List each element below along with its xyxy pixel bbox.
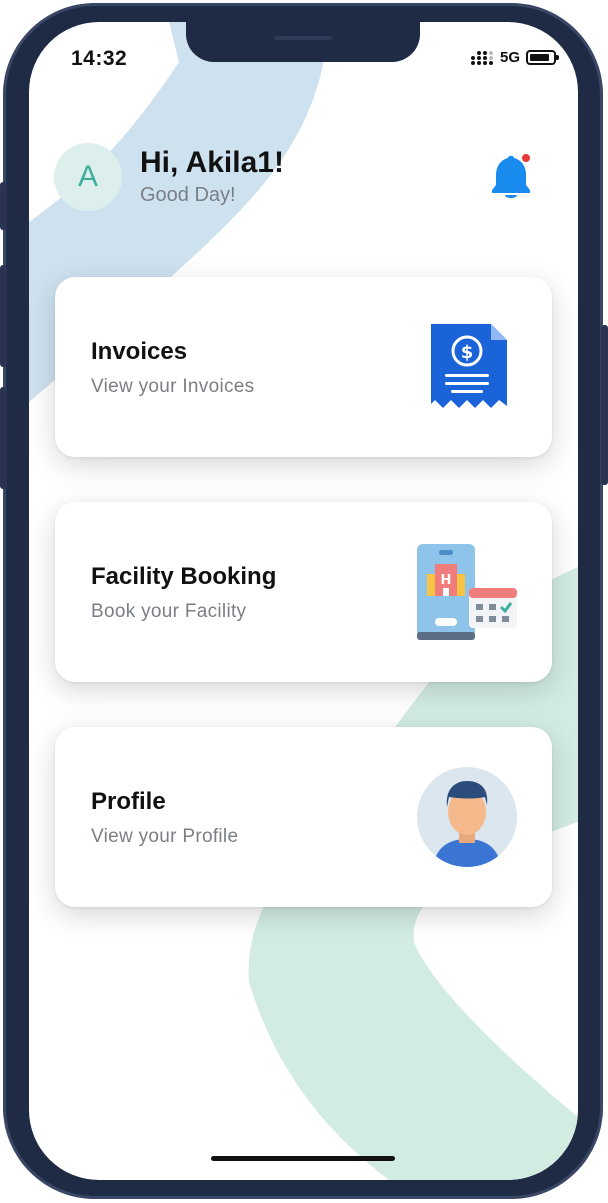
battery-level	[530, 54, 549, 61]
side-button-volume-up	[0, 265, 7, 367]
greeting-subtitle: Good Day!	[140, 184, 236, 206]
avatar[interactable]: A	[54, 143, 122, 211]
greeting-title: Hi, Akila1!	[140, 146, 284, 179]
side-button-power	[601, 325, 608, 485]
svg-text:$: $	[461, 342, 474, 363]
notification-bell-icon[interactable]	[489, 152, 533, 202]
facility-booking-card[interactable]: Facility Booking Book your Facility H	[55, 502, 552, 682]
card-subtitle: View your Invoices	[91, 376, 255, 397]
invoice-icon: $	[431, 324, 507, 408]
status-time: 14:32	[71, 47, 128, 70]
invoices-card[interactable]: Invoices View your Invoices $	[55, 277, 552, 457]
home-indicator[interactable]	[211, 1156, 395, 1161]
card-subtitle: Book your Facility	[91, 601, 247, 622]
profile-icon	[417, 767, 517, 867]
battery-icon	[526, 50, 559, 65]
svg-text:H: H	[441, 573, 452, 588]
network-type: 5G	[499, 49, 520, 66]
app-screen: 14:32 5G A Hi, Akila1! Good Day! Invoice…	[29, 22, 578, 1180]
speaker-grille	[274, 36, 332, 40]
card-title: Profile	[91, 788, 166, 815]
side-button-mute	[0, 182, 7, 230]
notification-dot	[520, 152, 532, 164]
card-subtitle: View your Profile	[91, 826, 239, 847]
signal-icon	[470, 50, 493, 65]
status-icons: 5G	[470, 49, 559, 66]
facility-booking-icon: H	[417, 544, 517, 640]
notch	[186, 22, 420, 62]
card-title: Facility Booking	[91, 563, 277, 590]
card-title: Invoices	[91, 338, 188, 365]
profile-card[interactable]: Profile View your Profile	[55, 727, 552, 907]
side-button-volume-down	[0, 387, 7, 489]
